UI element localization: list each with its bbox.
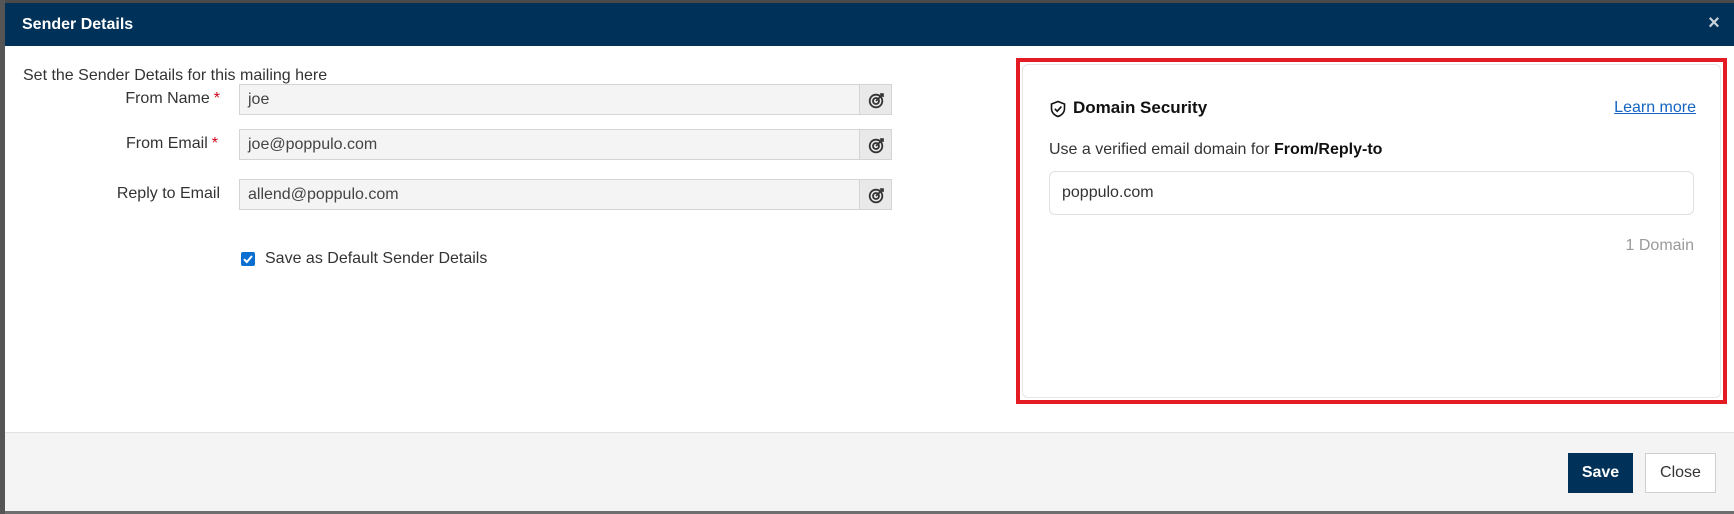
domain-security-description: Use a verified email domain for From/Rep… [1049, 141, 1383, 158]
reply-to-email-field[interactable]: allend@poppulo.com [239, 179, 892, 210]
form-intro: Set the Sender Details for this mailing … [23, 67, 328, 84]
from-name-field[interactable]: joe [239, 84, 892, 115]
learn-more-link[interactable]: Learn more [1614, 99, 1696, 117]
dialog-header: Sender Details × [5, 3, 1734, 46]
shield-check-icon [1050, 100, 1066, 118]
from-name-row: From Name * joe [5, 84, 925, 115]
from-email-label: From Email * [125, 135, 218, 152]
dialog-footer: Save Close [5, 432, 1734, 511]
domain-security-card: Domain Security Learn more Use a verifie… [1022, 64, 1721, 398]
from-email-field[interactable]: joe@poppulo.com [239, 129, 892, 160]
from-email-row: From Email * joe@poppulo.com [5, 129, 925, 160]
save-default-checkbox[interactable] [241, 252, 255, 266]
save-default-label[interactable]: Save as Default Sender Details [265, 250, 487, 268]
save-button[interactable]: Save [1568, 453, 1633, 493]
reply-to-email-value[interactable]: allend@poppulo.com [248, 186, 399, 204]
target-icon[interactable] [859, 179, 892, 210]
required-marker: * [211, 135, 218, 152]
domain-count: 1 Domain [1625, 237, 1694, 254]
domain-security-title: Domain Security [1073, 98, 1208, 117]
domain-value: poppulo.com [1062, 184, 1154, 201]
dialog-title: Sender Details [22, 16, 134, 33]
required-marker: * [213, 90, 220, 107]
domain-list-item[interactable]: poppulo.com [1049, 171, 1694, 215]
target-icon[interactable] [859, 84, 892, 115]
reply-to-email-label: Reply to Email [116, 185, 220, 202]
close-icon[interactable]: × [1704, 13, 1724, 33]
from-name-label: From Name * [125, 90, 220, 107]
from-name-value[interactable]: joe [248, 91, 269, 109]
from-email-value[interactable]: joe@poppulo.com [248, 136, 377, 154]
sender-details-dialog: Sender Details × Set the Sender Details … [5, 3, 1734, 511]
close-button[interactable]: Close [1645, 453, 1716, 493]
target-icon[interactable] [859, 129, 892, 160]
reply-to-email-row: Reply to Email allend@poppulo.com [5, 179, 925, 210]
